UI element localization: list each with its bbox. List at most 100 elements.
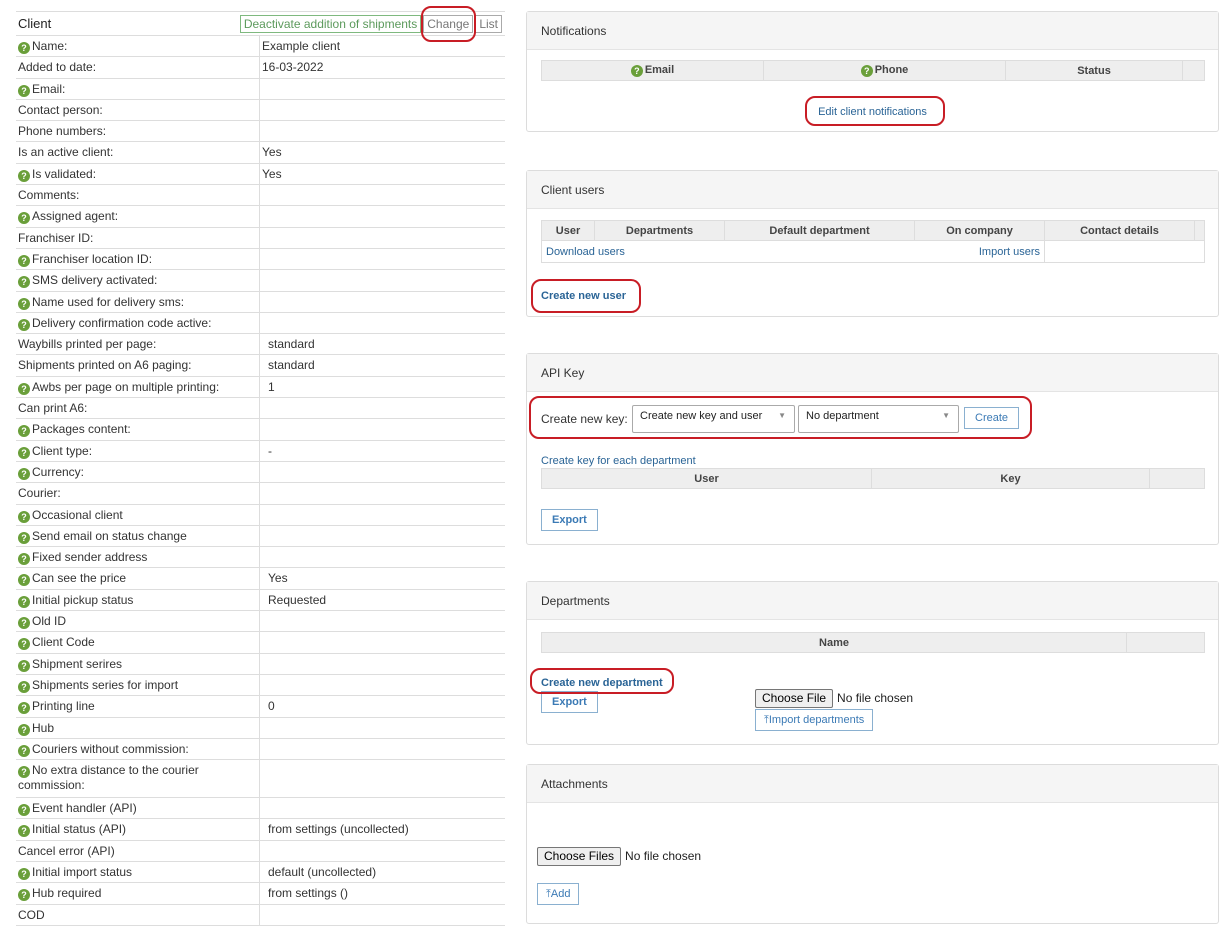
- field-value: [260, 547, 505, 567]
- col-empty: [1149, 468, 1205, 489]
- client-field-row: ? Client type: -: [16, 440, 505, 462]
- notifications-panel: Notifications ? Email ? Phone Status Edit …: [526, 11, 1219, 132]
- client-field-row: ? Hub: [16, 717, 505, 739]
- client-field-row: ? Name used for delivery sms:: [16, 291, 505, 313]
- create-key-each-department-link[interactable]: Create key for each department: [541, 455, 696, 467]
- key-mode-select[interactable]: Create new key and user ▼: [632, 405, 795, 433]
- col-user: User: [541, 220, 595, 241]
- attachments-file-input[interactable]: Choose Files No file chosen: [537, 847, 701, 866]
- export-keys-button[interactable]: Export: [541, 509, 598, 531]
- create-key-button[interactable]: Create: [964, 407, 1020, 429]
- api-key-title: API Key: [527, 354, 1218, 392]
- download-users-link[interactable]: Download users: [546, 246, 625, 258]
- file-status: No file chosen: [625, 849, 702, 863]
- help-icon[interactable]: ?: [18, 638, 30, 651]
- client-field-row: ? Initial import status default (uncollect…: [16, 861, 505, 884]
- help-icon[interactable]: ?: [18, 825, 30, 838]
- col-user: User: [541, 468, 872, 489]
- field-value: [260, 841, 505, 861]
- export-departments-button[interactable]: Export: [541, 691, 598, 713]
- field-value: [260, 292, 505, 312]
- col-email: ? Email: [541, 60, 764, 81]
- field-label: ? Couriers without commission:: [16, 738, 260, 760]
- field-label: ? Printing line: [16, 696, 260, 717]
- help-icon[interactable]: ?: [18, 867, 30, 880]
- add-attachment-button[interactable]: ⤒Add: [537, 883, 580, 905]
- client-field-row: ? Initial pickup status Requested: [16, 589, 505, 612]
- import-users-link[interactable]: Import users: [979, 246, 1040, 258]
- field-value: [260, 483, 505, 503]
- client-field-row: Can print A6:: [16, 398, 505, 420]
- help-icon[interactable]: ?: [18, 510, 30, 523]
- help-icon[interactable]: ?: [18, 804, 30, 817]
- help-icon[interactable]: ?: [18, 297, 30, 310]
- help-icon[interactable]: ?: [18, 680, 30, 693]
- help-icon[interactable]: ?: [18, 467, 30, 480]
- help-icon[interactable]: ?: [860, 65, 873, 77]
- help-icon[interactable]: ?: [18, 723, 30, 736]
- help-icon[interactable]: ?: [18, 425, 30, 438]
- field-label: ? Shipments series for import: [16, 674, 260, 696]
- help-icon[interactable]: ?: [18, 276, 30, 289]
- client-field-row: ? Client Code: [16, 632, 505, 654]
- help-icon[interactable]: ?: [18, 659, 30, 672]
- help-icon[interactable]: ?: [18, 553, 30, 566]
- help-icon[interactable]: ?: [18, 84, 30, 97]
- help-icon[interactable]: ?: [18, 766, 30, 779]
- chevron-down-icon: ▼: [778, 411, 786, 420]
- client-users-title: Client users: [527, 171, 1218, 209]
- client-field-row: ? Shipment serires: [16, 653, 505, 675]
- field-label: ? Is validated:: [16, 163, 260, 185]
- help-icon[interactable]: ?: [18, 169, 30, 182]
- field-value: [260, 505, 505, 525]
- help-icon[interactable]: ?: [18, 42, 30, 54]
- import-departments-button[interactable]: ⤒Import departments: [755, 709, 874, 731]
- list-button[interactable]: List: [475, 15, 502, 33]
- edit-client-notifications-link[interactable]: Edit client notifications: [818, 106, 927, 118]
- choose-file-button[interactable]: Choose File: [755, 689, 834, 708]
- field-label: Waybills printed per page:: [16, 334, 260, 355]
- change-button[interactable]: Change: [423, 15, 474, 33]
- client-field-row: Added to date: 16-03-2022: [16, 57, 505, 79]
- client-field-row: Waybills printed per page: standard: [16, 334, 505, 356]
- deactivate-shipments-button[interactable]: Deactivate addition of shipments: [239, 15, 422, 33]
- field-value: Yes: [262, 166, 282, 181]
- field-label: ? Packages content:: [16, 419, 260, 440]
- help-icon[interactable]: ?: [18, 254, 30, 267]
- create-new-department-link[interactable]: Create new department: [541, 677, 663, 689]
- help-icon[interactable]: ?: [18, 702, 30, 715]
- help-icon[interactable]: ?: [18, 212, 30, 225]
- help-icon[interactable]: ?: [18, 617, 30, 630]
- client-field-row: COD: [16, 904, 505, 926]
- choose-files-button[interactable]: Choose Files: [537, 847, 622, 866]
- field-label: Cancel error (API): [16, 840, 260, 861]
- help-icon[interactable]: ?: [18, 382, 30, 395]
- help-icon[interactable]: ?: [18, 446, 30, 459]
- key-department-select[interactable]: No department ▼: [798, 405, 959, 433]
- field-value: standard: [268, 337, 315, 352]
- help-icon[interactable]: ?: [630, 65, 643, 77]
- client-field-row: ? No extra distance to the courier commis…: [16, 760, 505, 799]
- client-field-row: Courier:: [16, 483, 505, 505]
- create-new-key-label: Create new key:: [541, 412, 628, 426]
- help-icon[interactable]: ?: [18, 318, 30, 331]
- departments-file-input[interactable]: Choose File No file chosen: [755, 689, 913, 708]
- help-icon[interactable]: ?: [18, 531, 30, 544]
- help-icon[interactable]: ?: [18, 889, 30, 902]
- help-icon[interactable]: ?: [18, 744, 30, 757]
- field-value: [260, 675, 505, 695]
- field-label: ? Hub required: [16, 883, 260, 904]
- field-value: [260, 79, 505, 99]
- field-value: [260, 313, 505, 333]
- field-value: [260, 718, 505, 738]
- col-key: Key: [871, 468, 1150, 489]
- create-new-user-link[interactable]: Create new user: [541, 290, 626, 302]
- attachments-panel: Attachments Choose Files No file chosen ⤒…: [526, 764, 1219, 924]
- help-icon[interactable]: ?: [18, 574, 30, 587]
- field-label: ? Delivery confirmation code active:: [16, 312, 260, 334]
- help-icon[interactable]: ?: [18, 595, 30, 608]
- field-value: standard: [268, 358, 315, 373]
- file-status: No file chosen: [837, 691, 914, 705]
- field-value: [260, 185, 505, 205]
- field-label: ? Assigned agent:: [16, 206, 260, 227]
